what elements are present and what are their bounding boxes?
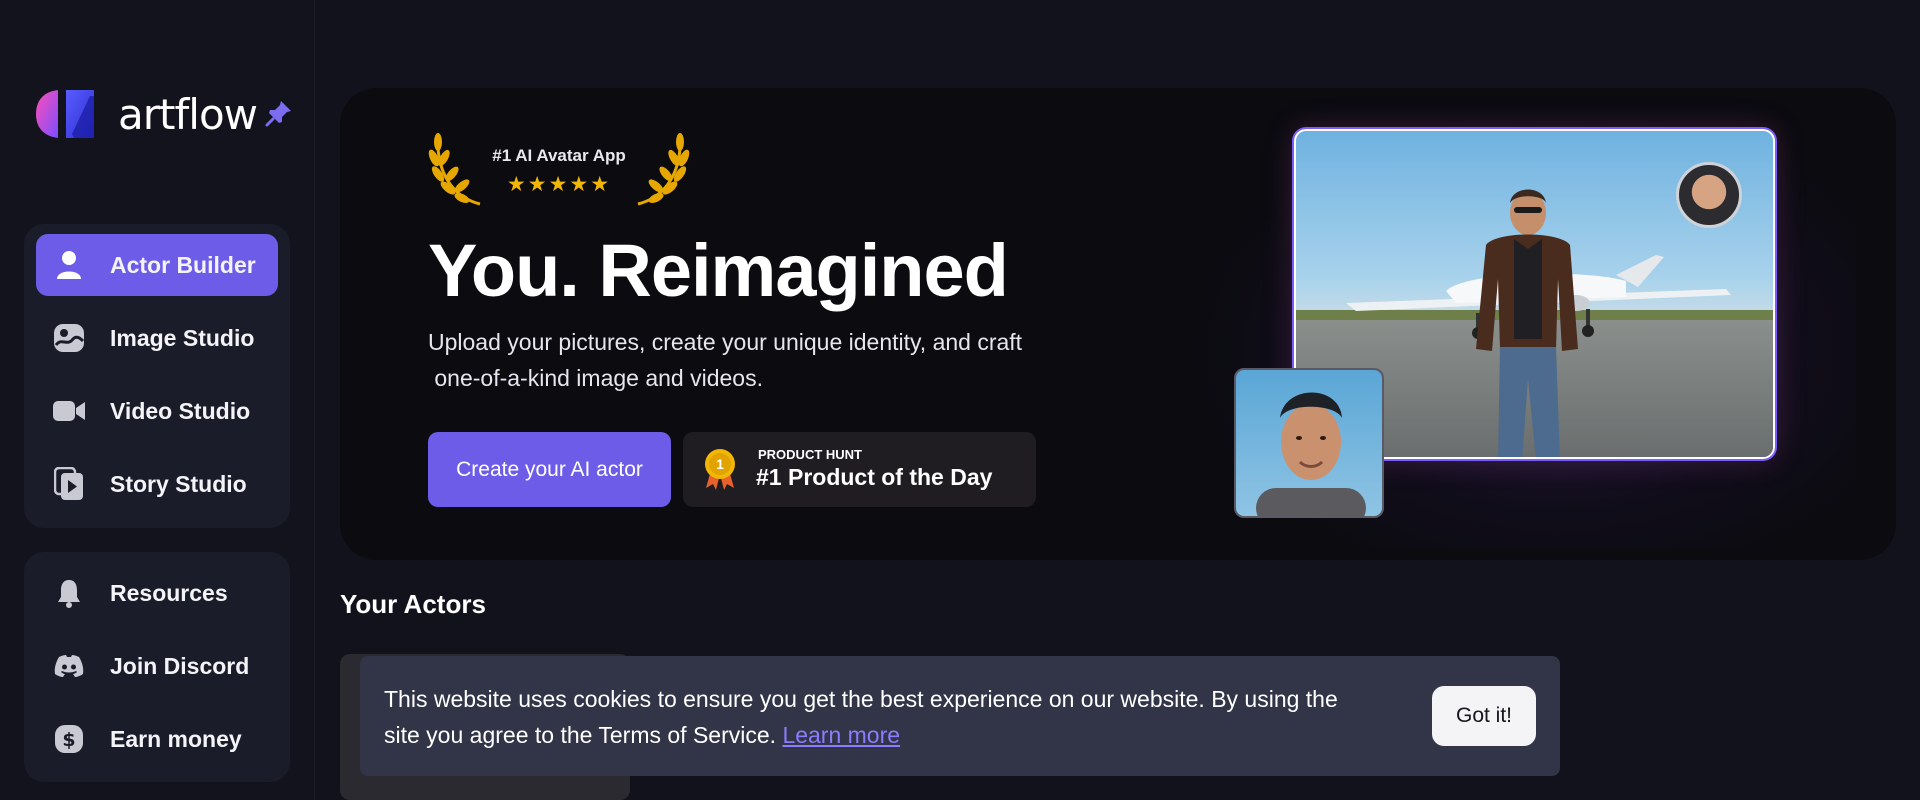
svg-text:$: $ <box>62 729 75 751</box>
cookie-banner: This website uses cookies to ensure you … <box>360 656 1560 776</box>
secondary-nav: Resources Join Discord $ Earn money <box>24 552 290 782</box>
got-it-button[interactable]: Got it! <box>1432 686 1536 746</box>
sidebar-item-label: Join Discord <box>110 652 250 679</box>
main-nav: Actor Builder Image Studio Video Studio … <box>24 224 290 528</box>
create-ai-actor-button[interactable]: Create your AI actor <box>428 432 671 507</box>
sidebar-item-video-studio[interactable]: Video Studio <box>36 380 278 442</box>
medal-number: 1 <box>716 456 724 472</box>
sidebar-item-label: Video Studio <box>110 397 251 424</box>
hero-face-image <box>1234 368 1384 518</box>
your-actors-title: Your Actors <box>340 589 486 619</box>
learn-more-link[interactable]: Learn more <box>782 722 900 748</box>
avatar-thumbnail <box>1676 162 1742 228</box>
user-icon <box>50 246 88 284</box>
sidebar-item-story-studio[interactable]: Story Studio <box>36 453 278 515</box>
sidebar-item-label: Image Studio <box>110 324 255 351</box>
discord-icon <box>50 647 88 685</box>
laurel-right-icon <box>637 133 690 206</box>
artflow-logo-mark-icon <box>36 90 94 138</box>
cookie-text: This website uses cookies to ensure you … <box>384 681 1344 753</box>
video-camera-icon <box>50 392 88 430</box>
hero-description-line: Upload your pictures, create your unique… <box>428 329 1023 355</box>
sidebar-item-label: Actor Builder <box>110 251 256 278</box>
hero-title: You. Reimagined <box>428 229 1009 312</box>
medal-icon: 1 <box>705 449 735 490</box>
sidebar-item-join-discord[interactable]: Join Discord <box>36 635 278 697</box>
award-badge: #1 AI Avatar App ★★★★★ <box>428 128 690 210</box>
pin-icon[interactable] <box>264 98 294 128</box>
face-photo-image <box>1256 392 1366 516</box>
image-icon <box>50 319 88 357</box>
hero-description-line: one-of-a-kind image and videos. <box>428 365 763 391</box>
man-leather-jacket-image <box>1476 189 1578 457</box>
sidebar-item-resources[interactable]: Resources <box>36 562 278 624</box>
sidebar-item-label: Resources <box>110 579 228 606</box>
sidebar-item-label: Earn money <box>110 725 242 752</box>
product-hunt-label: PRODUCT HUNT <box>758 447 862 462</box>
sidebar-item-earn-money[interactable]: $ Earn money <box>36 708 278 770</box>
dollar-icon: $ <box>50 720 88 758</box>
sidebar-item-image-studio[interactable]: Image Studio <box>36 307 278 369</box>
artflow-logo-text: artflow <box>118 89 258 139</box>
story-play-icon <box>50 465 88 503</box>
hero-banner: #1 AI Avatar App ★★★★★ You. Reimagined U… <box>340 88 1896 560</box>
artflow-logo[interactable]: artflow <box>34 86 294 142</box>
product-hunt-title: #1 Product of the Day <box>756 464 993 490</box>
product-hunt-badge[interactable]: 1 PRODUCT HUNT #1 Product of the Day <box>683 432 1036 507</box>
sidebar-item-actor-builder[interactable]: Actor Builder <box>36 234 278 296</box>
sidebar-item-label: Story Studio <box>110 470 247 497</box>
sidebar: artflow Actor Builder Image Studio Video… <box>0 0 315 800</box>
bell-icon <box>50 574 88 612</box>
hero-description: Upload your pictures, create your unique… <box>428 324 1088 396</box>
